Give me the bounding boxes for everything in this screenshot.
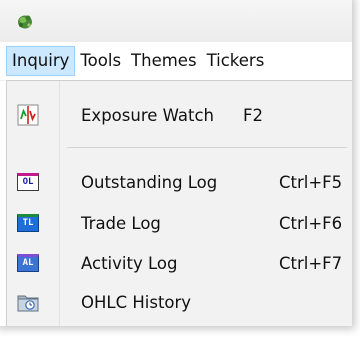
tl-icon: TL xyxy=(17,214,39,232)
menu-item-shortcut: F2 xyxy=(243,105,263,125)
menu-themes[interactable]: Themes xyxy=(126,46,202,76)
menu-item-label: Trade Log xyxy=(81,213,161,233)
menu-item-exposure-watch[interactable]: Exposure Watch F2 xyxy=(7,95,352,135)
menu-item-ohlc-history[interactable]: OHLC History xyxy=(7,282,352,322)
menu-item-label: Outstanding Log xyxy=(81,172,218,192)
menu-tools[interactable]: Tools xyxy=(75,46,126,76)
application-window: Inquiry Tools Themes Tickers Exposure Wa… xyxy=(0,0,352,326)
exposure-watch-icon xyxy=(17,104,39,126)
al-icon: AL xyxy=(17,254,39,272)
ol-icon: OL xyxy=(17,173,39,191)
menu-item-activity-log[interactable]: AL Activity Log Ctrl+F7 xyxy=(7,243,352,283)
menu-separator xyxy=(67,147,347,148)
menu-item-trade-log[interactable]: TL Trade Log Ctrl+F6 xyxy=(7,203,352,243)
menu-inquiry[interactable]: Inquiry xyxy=(6,46,76,76)
menu-item-shortcut: Ctrl+F7 xyxy=(279,253,343,273)
menu-bar: Inquiry Tools Themes Tickers xyxy=(0,42,352,81)
menu-item-label: Activity Log xyxy=(81,253,178,273)
app-logo-icon xyxy=(18,15,32,29)
menu-item-outstanding-log[interactable]: OL Outstanding Log Ctrl+F5 xyxy=(7,162,352,202)
title-bar xyxy=(0,0,352,42)
inquiry-dropdown-menu: Exposure Watch F2 OL Outstanding Log Ctr… xyxy=(6,80,352,326)
menu-tickers[interactable]: Tickers xyxy=(202,46,270,76)
menu-item-shortcut: Ctrl+F6 xyxy=(279,213,343,233)
menu-item-shortcut: Ctrl+F5 xyxy=(279,172,343,192)
ohlc-history-icon xyxy=(17,295,39,312)
menu-item-label: OHLC History xyxy=(81,292,192,312)
menu-item-label: Exposure Watch xyxy=(81,105,214,125)
